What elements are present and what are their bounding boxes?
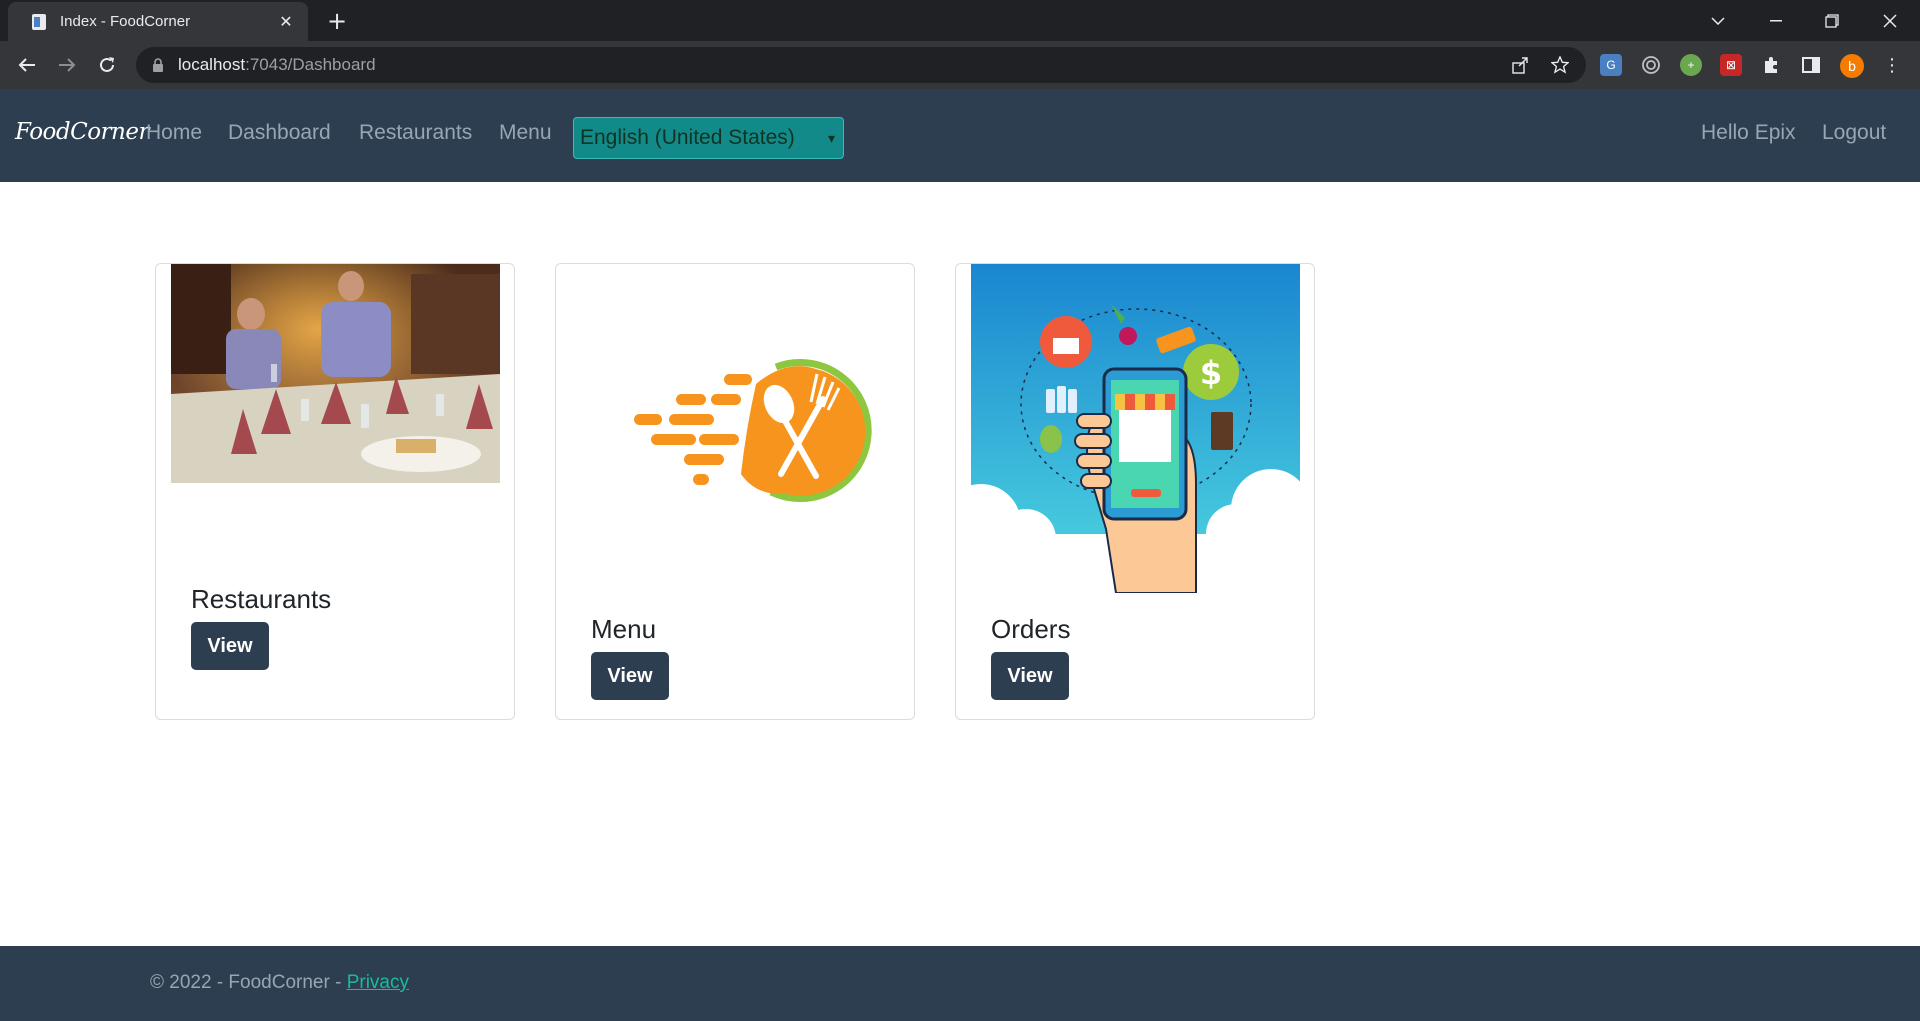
tab-title: Index - FoodCorner bbox=[60, 13, 191, 30]
tab-close-icon[interactable]: ✕ bbox=[276, 12, 296, 31]
lock-icon bbox=[153, 58, 163, 72]
language-select-value: English (United States) bbox=[580, 126, 795, 149]
mobile-shopping-illustration: $ bbox=[971, 264, 1300, 593]
browser-tab-strip: Index - FoodCorner ✕ + bbox=[0, 0, 1920, 41]
extensions-puzzle-icon[interactable] bbox=[1760, 54, 1782, 76]
extension-pdf-icon[interactable]: ⊠ bbox=[1720, 54, 1742, 76]
site-footer: © 2022 - FoodCorner - Privacy bbox=[0, 946, 1920, 1021]
privacy-link[interactable]: Privacy bbox=[347, 972, 409, 993]
logout-link[interactable]: Logout bbox=[1822, 121, 1886, 145]
copyright-text: © 2022 - FoodCorner - bbox=[150, 972, 347, 993]
minimize-icon[interactable] bbox=[1748, 0, 1804, 41]
close-window-icon[interactable] bbox=[1862, 0, 1918, 41]
address-bar[interactable]: localhost:7043/Dashboard bbox=[136, 47, 1586, 83]
new-tab-icon[interactable]: + bbox=[322, 6, 352, 36]
card-restaurants: Restaurants View bbox=[155, 263, 515, 720]
bookmark-star-icon[interactable] bbox=[1550, 55, 1570, 75]
restaurant-photo bbox=[171, 264, 500, 483]
svg-text:$: $ bbox=[1200, 354, 1222, 392]
footer-text: © 2022 - FoodCorner - Privacy bbox=[150, 972, 409, 994]
menu-logo-image bbox=[571, 264, 900, 593]
card-orders: $ Orders View bbox=[955, 263, 1315, 720]
user-greeting[interactable]: Hello Epix bbox=[1701, 121, 1796, 145]
nav-link-dashboard[interactable]: Dashboard bbox=[228, 121, 331, 145]
language-select[interactable]: English (United States) ▾ bbox=[573, 117, 844, 159]
nav-link-restaurants[interactable]: Restaurants bbox=[359, 121, 472, 145]
view-menu-button[interactable]: View bbox=[591, 652, 669, 700]
site-navbar: FoodCorner Home Dashboard Restaurants Me… bbox=[0, 89, 1920, 182]
view-restaurants-button[interactable]: View bbox=[191, 622, 269, 670]
browser-toolbar: localhost:7043/Dashboard G + ⊠ b ⋮ bbox=[0, 41, 1920, 89]
nav-link-menu[interactable]: Menu bbox=[499, 121, 552, 145]
card-title-restaurants: Restaurants bbox=[191, 584, 332, 614]
url-text[interactable]: localhost:7043/Dashboard bbox=[178, 47, 376, 83]
nav-link-home[interactable]: Home bbox=[146, 121, 202, 145]
extension-target-icon[interactable] bbox=[1640, 54, 1662, 76]
chevron-down-icon: ▾ bbox=[827, 130, 835, 146]
card-title-menu: Menu bbox=[591, 614, 657, 644]
view-orders-button[interactable]: View bbox=[991, 652, 1069, 700]
side-panel-icon[interactable] bbox=[1800, 54, 1822, 76]
forward-icon[interactable] bbox=[52, 50, 82, 80]
profile-avatar[interactable]: b bbox=[1840, 54, 1864, 78]
extension-plus-icon[interactable]: + bbox=[1680, 54, 1702, 76]
page-favicon-icon bbox=[30, 13, 48, 31]
card-menu: Menu View bbox=[555, 263, 915, 720]
tab-search-icon[interactable] bbox=[1690, 0, 1746, 41]
reload-icon[interactable] bbox=[92, 50, 122, 80]
google-translate-icon[interactable]: G bbox=[1600, 54, 1622, 76]
share-icon[interactable] bbox=[1510, 55, 1530, 75]
browser-menu-icon[interactable]: ⋮ bbox=[1880, 54, 1904, 78]
browser-tab[interactable]: Index - FoodCorner ✕ bbox=[8, 2, 308, 41]
brand-logo[interactable]: FoodCorner bbox=[15, 119, 149, 145]
back-icon[interactable] bbox=[12, 50, 42, 80]
card-title-orders: Orders bbox=[991, 614, 1071, 644]
restore-icon[interactable] bbox=[1804, 0, 1860, 41]
